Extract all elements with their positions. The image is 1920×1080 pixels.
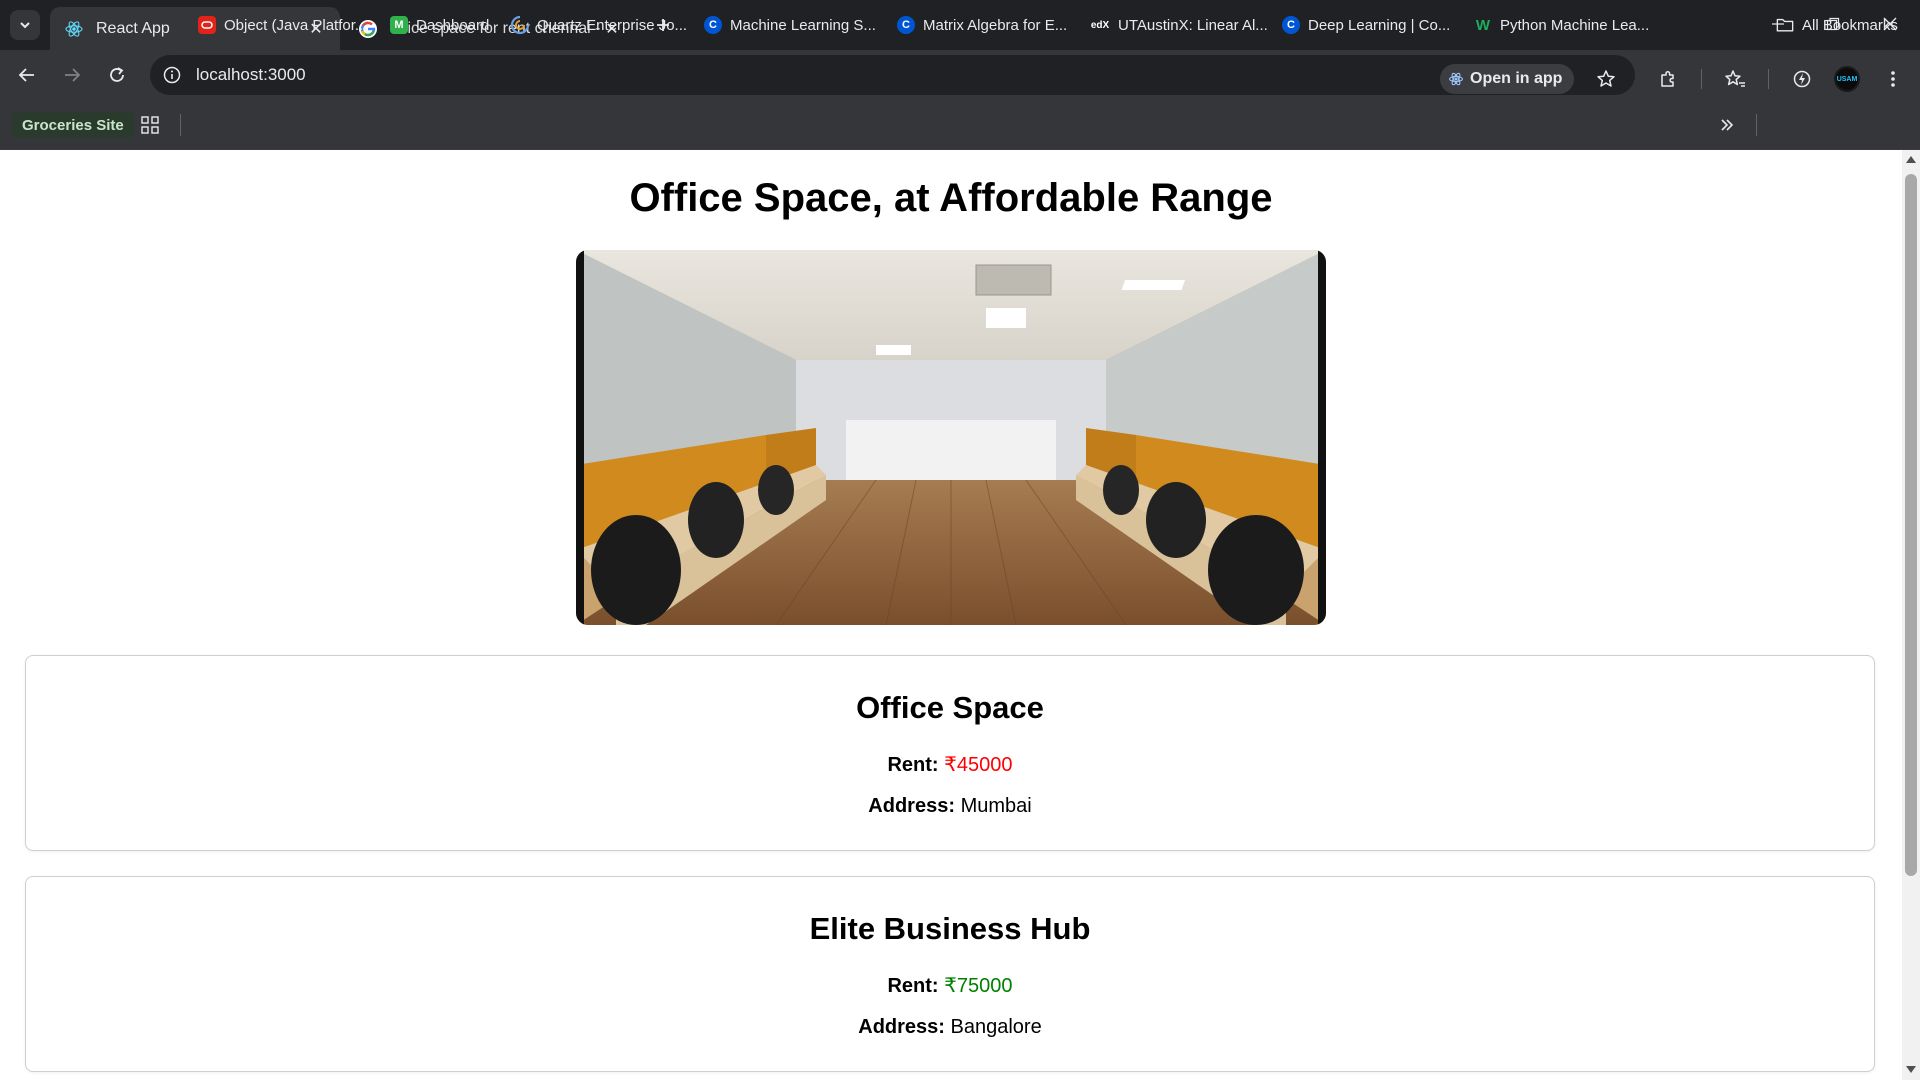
bookmark-label: Groceries Site: [22, 116, 124, 134]
edx-icon: edX: [1090, 19, 1110, 31]
more-vertical-icon: [1891, 71, 1895, 87]
avatar-text: USAM: [1836, 75, 1858, 83]
scroll-down-arrow[interactable]: [1906, 1066, 1916, 1073]
bookmark-label: Dashboard: [416, 16, 490, 34]
address-label: Address:: [868, 795, 955, 817]
arrow-right-icon: [65, 68, 81, 82]
page-title: Office Space, at Affordable Range: [629, 176, 1273, 220]
url-text: localhost:3000: [196, 65, 306, 84]
react-icon: [1448, 71, 1464, 87]
bookmark-star-button[interactable]: [1590, 63, 1622, 95]
bookmark-label: All Bookmarks: [1802, 16, 1898, 34]
bookmark-item[interactable]: Object (Java Platfor...: [198, 12, 367, 38]
browser-menu-button[interactable]: [1877, 63, 1909, 95]
page-viewport: Office Space, at Affordable Range Office…: [0, 150, 1920, 1080]
site-info-icon[interactable]: [160, 63, 184, 87]
scroll-up-arrow[interactable]: [1906, 156, 1916, 163]
tab-search-button[interactable]: [10, 10, 40, 40]
address-bar[interactable]: localhost:3000: [150, 55, 1635, 95]
reload-icon: [110, 67, 124, 82]
bookmark-label: Python Machine Lea...: [1500, 16, 1650, 34]
toolbar-divider: [1768, 69, 1769, 89]
quartz-icon: [511, 16, 529, 34]
rent-label: Rent:: [887, 754, 939, 776]
address-value: Bangalore: [950, 1016, 1042, 1038]
bookmarks-bar: [0, 100, 1920, 150]
oracle-icon: [198, 16, 216, 34]
bookmarks-manager-button[interactable]: [1719, 63, 1751, 95]
rent-value: ₹75000: [944, 975, 1013, 997]
address-label: Address:: [858, 1016, 945, 1038]
profile-avatar[interactable]: USAM: [1834, 66, 1860, 92]
more-bookmarks-button[interactable]: [1711, 109, 1743, 141]
back-button[interactable]: [12, 60, 42, 90]
react-icon: [64, 19, 84, 39]
bookmark-item[interactable]: W Python Machine Lea...: [1474, 12, 1649, 38]
double-chevron-right-icon: [1721, 119, 1734, 131]
performance-button[interactable]: [1786, 63, 1818, 95]
m-icon: M: [390, 16, 408, 34]
rent-label: Rent:: [887, 975, 939, 997]
chevron-down-icon: [20, 22, 30, 29]
listing-rent: Rent: ₹75000: [26, 973, 1874, 998]
bookmark-groceries-site[interactable]: Groceries Site: [12, 112, 134, 138]
reload-button[interactable]: [102, 60, 132, 90]
star-list-icon: [1725, 70, 1745, 87]
page-scrollbar[interactable]: [1902, 150, 1920, 1080]
bookmark-label: Object (Java Platfor...: [224, 16, 368, 34]
listing-address: Address: Bangalore: [26, 1016, 1874, 1039]
apps-grid-icon: [141, 116, 159, 134]
extensions-button[interactable]: [1652, 63, 1684, 95]
bookmark-item[interactable]: M Dashboard: [390, 12, 489, 38]
listing-name: Elite Business Hub: [809, 911, 1091, 946]
open-in-app-label: Open in app: [1470, 70, 1563, 87]
browser-toolbar: localhost:3000: [0, 50, 1920, 100]
puzzle-icon: [1661, 70, 1674, 87]
listing-card: Office Space Rent: ₹45000 Address: Mumba…: [25, 655, 1875, 851]
folder-icon: [1776, 16, 1794, 34]
apps-button[interactable]: [134, 109, 166, 141]
w-icon: W: [1475, 16, 1491, 34]
open-in-app-button[interactable]: Open in app: [1440, 64, 1575, 94]
bookmark-item[interactable]: edX UTAustinX: Linear Al...: [1090, 12, 1268, 38]
office-photo: [576, 250, 1326, 625]
toolbar-divider: [1701, 69, 1702, 89]
bookmark-item[interactable]: Quartz Enterprise Jo...: [511, 12, 687, 38]
listing-address: Address: Mumbai: [26, 795, 1874, 818]
listing-name: Office Space: [856, 690, 1044, 725]
bookmark-item[interactable]: C Matrix Algebra for E...: [897, 12, 1067, 38]
coursera-icon: C: [1282, 16, 1300, 34]
bookmark-label: Deep Learning | Co...: [1308, 16, 1451, 34]
scroll-thumb[interactable]: [1905, 174, 1917, 876]
speed-icon: [1793, 70, 1811, 88]
bookmark-item[interactable]: C Machine Learning S...: [704, 12, 876, 38]
forward-button[interactable]: [57, 60, 87, 90]
bookmarks-divider: [180, 114, 181, 136]
listing-card: Elite Business Hub Rent: ₹75000 Address:…: [25, 876, 1875, 1072]
coursera-icon: C: [704, 16, 722, 34]
all-bookmarks-button[interactable]: All Bookmarks: [1776, 12, 1898, 38]
rent-value: ₹45000: [944, 754, 1013, 776]
arrow-left-icon: [18, 68, 34, 82]
star-icon: [1597, 70, 1615, 87]
bookmark-item[interactable]: C Deep Learning | Co...: [1282, 12, 1450, 38]
address-value: Mumbai: [960, 795, 1032, 817]
coursera-icon: C: [897, 16, 915, 34]
bookmarks-divider: [1756, 114, 1757, 136]
bookmark-label: Quartz Enterprise Jo...: [537, 16, 688, 34]
bookmark-label: Machine Learning S...: [730, 16, 876, 34]
bookmark-label: Matrix Algebra for E...: [923, 16, 1068, 34]
bookmark-label: UTAustinX: Linear Al...: [1118, 16, 1268, 34]
listing-rent: Rent: ₹45000: [26, 752, 1874, 777]
